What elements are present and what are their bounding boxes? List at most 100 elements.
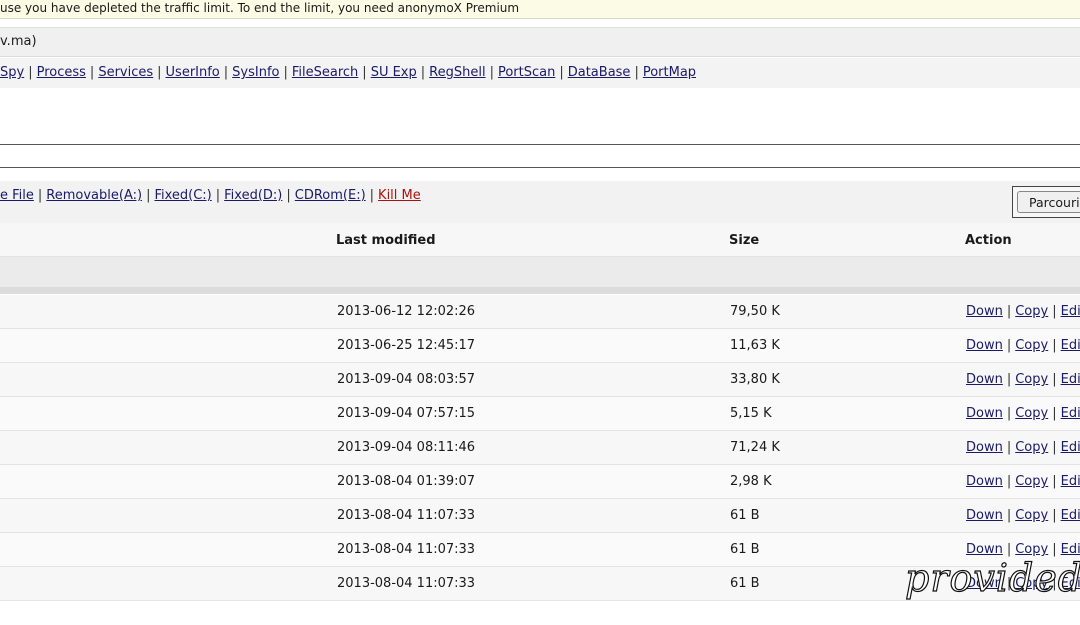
separator: | bbox=[1052, 508, 1057, 523]
edit-link[interactable]: Edit bbox=[1061, 372, 1080, 387]
copy-link[interactable]: Copy bbox=[1015, 406, 1048, 421]
file-size: 79,50 K bbox=[730, 304, 780, 319]
drive-cdrom-e[interactable]: CDRom(E:) bbox=[295, 188, 366, 203]
separator: | bbox=[286, 188, 291, 203]
modified-date: 2013-08-04 11:07:33 bbox=[337, 542, 476, 557]
table-row[interactable]: 2013-08-04 11:07:3361 BDown|Copy|Edit bbox=[0, 499, 1080, 533]
watermark-text: provided-b bbox=[904, 555, 1080, 600]
file-size: 11,63 K bbox=[730, 338, 780, 353]
copy-link[interactable]: Copy bbox=[1015, 474, 1048, 489]
table-row[interactable]: 2013-09-04 08:03:5733,80 KDown|Copy|Edit bbox=[0, 363, 1080, 397]
edit-link[interactable]: Edit bbox=[1061, 406, 1080, 421]
drive-fixed-c[interactable]: Fixed(C:) bbox=[154, 188, 211, 203]
nav-regshell[interactable]: RegShell bbox=[429, 65, 485, 80]
parent-directory-row[interactable] bbox=[0, 257, 1080, 287]
notice-text: use you have depleted the traffic limit.… bbox=[0, 1, 520, 15]
edit-link[interactable]: Edit bbox=[1061, 338, 1080, 353]
down-link[interactable]: Down bbox=[966, 440, 1003, 455]
down-link[interactable]: Down bbox=[966, 372, 1003, 387]
header-last-modified[interactable]: Last modified bbox=[336, 223, 436, 258]
down-link[interactable]: Down bbox=[966, 338, 1003, 353]
modified-date: 2013-09-04 08:11:46 bbox=[337, 440, 476, 455]
down-link[interactable]: Down bbox=[966, 406, 1003, 421]
nav-sysinfo[interactable]: SysInfo bbox=[232, 65, 279, 80]
file-size: 33,80 K bbox=[730, 372, 780, 387]
copy-link[interactable]: Copy bbox=[1015, 304, 1048, 319]
down-link[interactable]: Down bbox=[966, 474, 1003, 489]
row-actions: Down|Copy|Edit bbox=[966, 465, 1080, 499]
copy-link[interactable]: Copy bbox=[1015, 542, 1048, 557]
row-actions: Down|Copy|Edit bbox=[966, 329, 1080, 363]
down-link[interactable]: Down bbox=[966, 508, 1003, 523]
table-row[interactable]: 2013-08-04 01:39:072,98 KDown|Copy|Edit bbox=[0, 465, 1080, 499]
copy-link[interactable]: Copy bbox=[1015, 508, 1048, 523]
copy-link[interactable]: Copy bbox=[1015, 338, 1048, 353]
separator: | bbox=[37, 188, 43, 203]
host-info-bar: v.ma) bbox=[0, 27, 1080, 57]
table-row[interactable]: 2013-06-25 12:45:1711,63 KDown|Copy|Edit bbox=[0, 329, 1080, 363]
separator: | bbox=[223, 65, 229, 80]
tool-navigation: Spy | Process | Services | UserInfo | SysInfo | Fi… bbox=[0, 58, 1080, 88]
kill-me-link[interactable]: Kill Me bbox=[378, 188, 421, 203]
nav-portscan[interactable]: PortScan bbox=[498, 65, 555, 80]
file-size: 2,98 K bbox=[730, 474, 772, 489]
separator: | bbox=[1052, 304, 1057, 319]
drive-links: e File | Removable(A:) | Fixed(C:) | Fixed(D:)… bbox=[0, 187, 421, 205]
modified-date: 2013-06-25 12:45:17 bbox=[337, 338, 476, 353]
file-link[interactable]: e File bbox=[0, 188, 34, 203]
separator: | bbox=[1052, 372, 1057, 387]
edit-link[interactable]: Edit bbox=[1061, 508, 1080, 523]
nav-spy[interactable]: Spy bbox=[0, 65, 24, 80]
separator: | bbox=[1052, 474, 1057, 489]
traffic-limit-notice: use you have depleted the traffic limit.… bbox=[0, 0, 1080, 19]
separator: | bbox=[1052, 542, 1057, 557]
file-size: 61 B bbox=[730, 508, 760, 523]
browse-button[interactable]: Parcourir bbox=[1017, 191, 1080, 213]
nav-su-exp[interactable]: SU Exp bbox=[371, 65, 417, 80]
modified-date: 2013-08-04 01:39:07 bbox=[337, 474, 476, 489]
separator: | bbox=[1006, 372, 1012, 387]
separator: | bbox=[146, 188, 151, 203]
modified-date: 2013-08-04 11:07:33 bbox=[337, 508, 476, 523]
nav-services[interactable]: Services bbox=[98, 65, 153, 80]
down-link[interactable]: Down bbox=[966, 542, 1003, 557]
separator: | bbox=[420, 65, 426, 80]
table-row[interactable]: 2013-09-04 08:11:4671,24 KDown|Copy|Edit bbox=[0, 431, 1080, 465]
nav-userinfo[interactable]: UserInfo bbox=[166, 65, 220, 80]
nav-process[interactable]: Process bbox=[37, 65, 86, 80]
modified-date: 2013-09-04 07:57:15 bbox=[337, 406, 476, 421]
copy-link[interactable]: Copy bbox=[1015, 440, 1048, 455]
file-size: 61 B bbox=[730, 542, 760, 557]
edit-link[interactable]: Edit bbox=[1061, 304, 1080, 319]
drive-removable-a[interactable]: Removable(A:) bbox=[46, 188, 142, 203]
table-row[interactable]: 2013-06-12 12:02:2679,50 KDown|Copy|Edit bbox=[0, 295, 1080, 329]
nav-portmap[interactable]: PortMap bbox=[643, 65, 696, 80]
path-input[interactable] bbox=[0, 144, 1080, 168]
nav-database[interactable]: DataBase bbox=[568, 65, 631, 80]
row-actions: Down|Copy|Edit bbox=[966, 499, 1080, 533]
separator: | bbox=[1006, 406, 1012, 421]
drive-fixed-d[interactable]: Fixed(D:) bbox=[224, 188, 282, 203]
edit-link[interactable]: Edit bbox=[1061, 542, 1080, 557]
table-row[interactable]: 2013-09-04 07:57:155,15 KDown|Copy|Edit bbox=[0, 397, 1080, 431]
modified-date: 2013-06-12 12:02:26 bbox=[337, 304, 476, 319]
drive-bar: e File | Removable(A:) | Fixed(C:) | Fixed(D:)… bbox=[0, 181, 1080, 224]
separator: | bbox=[1052, 406, 1057, 421]
separator: | bbox=[1006, 338, 1012, 353]
copy-link[interactable]: Copy bbox=[1015, 372, 1048, 387]
modified-date: 2013-09-04 08:03:57 bbox=[337, 372, 476, 387]
header-size[interactable]: Size bbox=[729, 223, 759, 258]
separator: | bbox=[283, 65, 288, 80]
file-size: 71,24 K bbox=[730, 440, 780, 455]
separator: | bbox=[1006, 508, 1012, 523]
row-actions: Down|Copy|Edit bbox=[966, 295, 1080, 329]
down-link[interactable]: Down bbox=[966, 304, 1003, 319]
edit-link[interactable]: Edit bbox=[1061, 474, 1080, 489]
separator: | bbox=[1006, 474, 1012, 489]
edit-link[interactable]: Edit bbox=[1061, 440, 1080, 455]
nav-filesearch[interactable]: FileSearch bbox=[292, 65, 358, 80]
separator: | bbox=[559, 65, 564, 80]
separator: | bbox=[28, 65, 33, 80]
separator: | bbox=[215, 188, 221, 203]
separator: | bbox=[89, 65, 95, 80]
